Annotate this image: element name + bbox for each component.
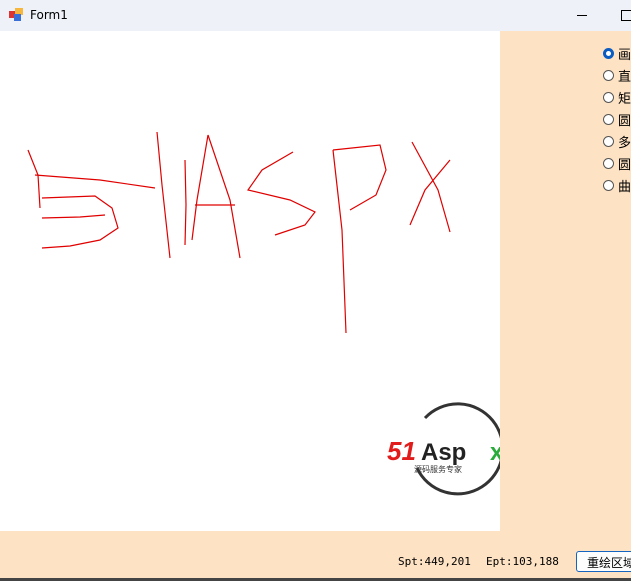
radio-curve[interactable]: 曲 — [603, 174, 631, 196]
radio-dot[interactable] — [603, 157, 614, 169]
minimize-button[interactable] — [577, 15, 587, 16]
window-title: Form1 — [30, 8, 68, 22]
radio-dot[interactable] — [603, 179, 614, 191]
drawing-canvas[interactable]: 51 Asp x 源码服务专家 — [0, 31, 500, 531]
radio-dot[interactable] — [603, 135, 614, 147]
radio-label: 矩 — [618, 91, 631, 107]
stroke — [411, 141, 451, 233]
drawing-strokes: 51 Asp x 源码服务专家 — [27, 131, 500, 496]
maximize-button[interactable] — [621, 10, 631, 21]
radio-dot[interactable] — [603, 47, 614, 59]
radio-ellipse[interactable]: 圆 — [603, 152, 631, 174]
stroke — [332, 149, 347, 334]
stroke — [247, 151, 316, 236]
radio-dot[interactable] — [603, 69, 614, 81]
redraw-button[interactable]: 重绘区域 — [576, 551, 631, 572]
svg-text:51: 51 — [387, 436, 416, 466]
radio-label: 圆 — [618, 157, 631, 173]
radio-label: 曲 — [618, 179, 631, 195]
stroke — [207, 134, 241, 259]
start-point-label: Spt:449,201 — [398, 555, 471, 568]
radio-rectangle[interactable]: 矩 — [603, 86, 631, 108]
stroke — [191, 134, 209, 241]
radio-label: 画 — [618, 47, 631, 63]
form-icon — [9, 8, 23, 21]
radio-label: 圆 — [618, 113, 631, 129]
radio-polygon[interactable]: 多 — [603, 130, 631, 152]
stroke — [156, 131, 171, 259]
radio-dot[interactable] — [603, 113, 614, 125]
stroke — [184, 159, 187, 246]
svg-text:源码服务专家: 源码服务专家 — [414, 464, 462, 474]
radio-line[interactable]: 直 — [603, 64, 631, 86]
radio-label: 多 — [618, 135, 631, 151]
stroke — [34, 174, 156, 189]
51aspx-logo: 51 Asp x 源码服务专家 — [387, 402, 500, 496]
radio-label: 直 — [618, 69, 631, 85]
stroke — [332, 144, 387, 211]
stroke — [409, 159, 451, 226]
stroke — [27, 149, 41, 209]
title-bar: Form1 — [0, 0, 631, 31]
stroke — [41, 195, 119, 249]
radio-dot[interactable] — [603, 91, 614, 103]
radio-pen[interactable]: 画 — [603, 42, 631, 64]
svg-text:Asp: Asp — [421, 439, 466, 466]
radio-circle[interactable]: 圆 — [603, 108, 631, 130]
end-point-label: Ept:103,188 — [486, 555, 559, 568]
stroke — [41, 214, 106, 219]
shape-radio-group: 画 直 矩 圆 多 圆 曲 — [603, 42, 631, 196]
svg-text:x: x — [490, 439, 500, 466]
